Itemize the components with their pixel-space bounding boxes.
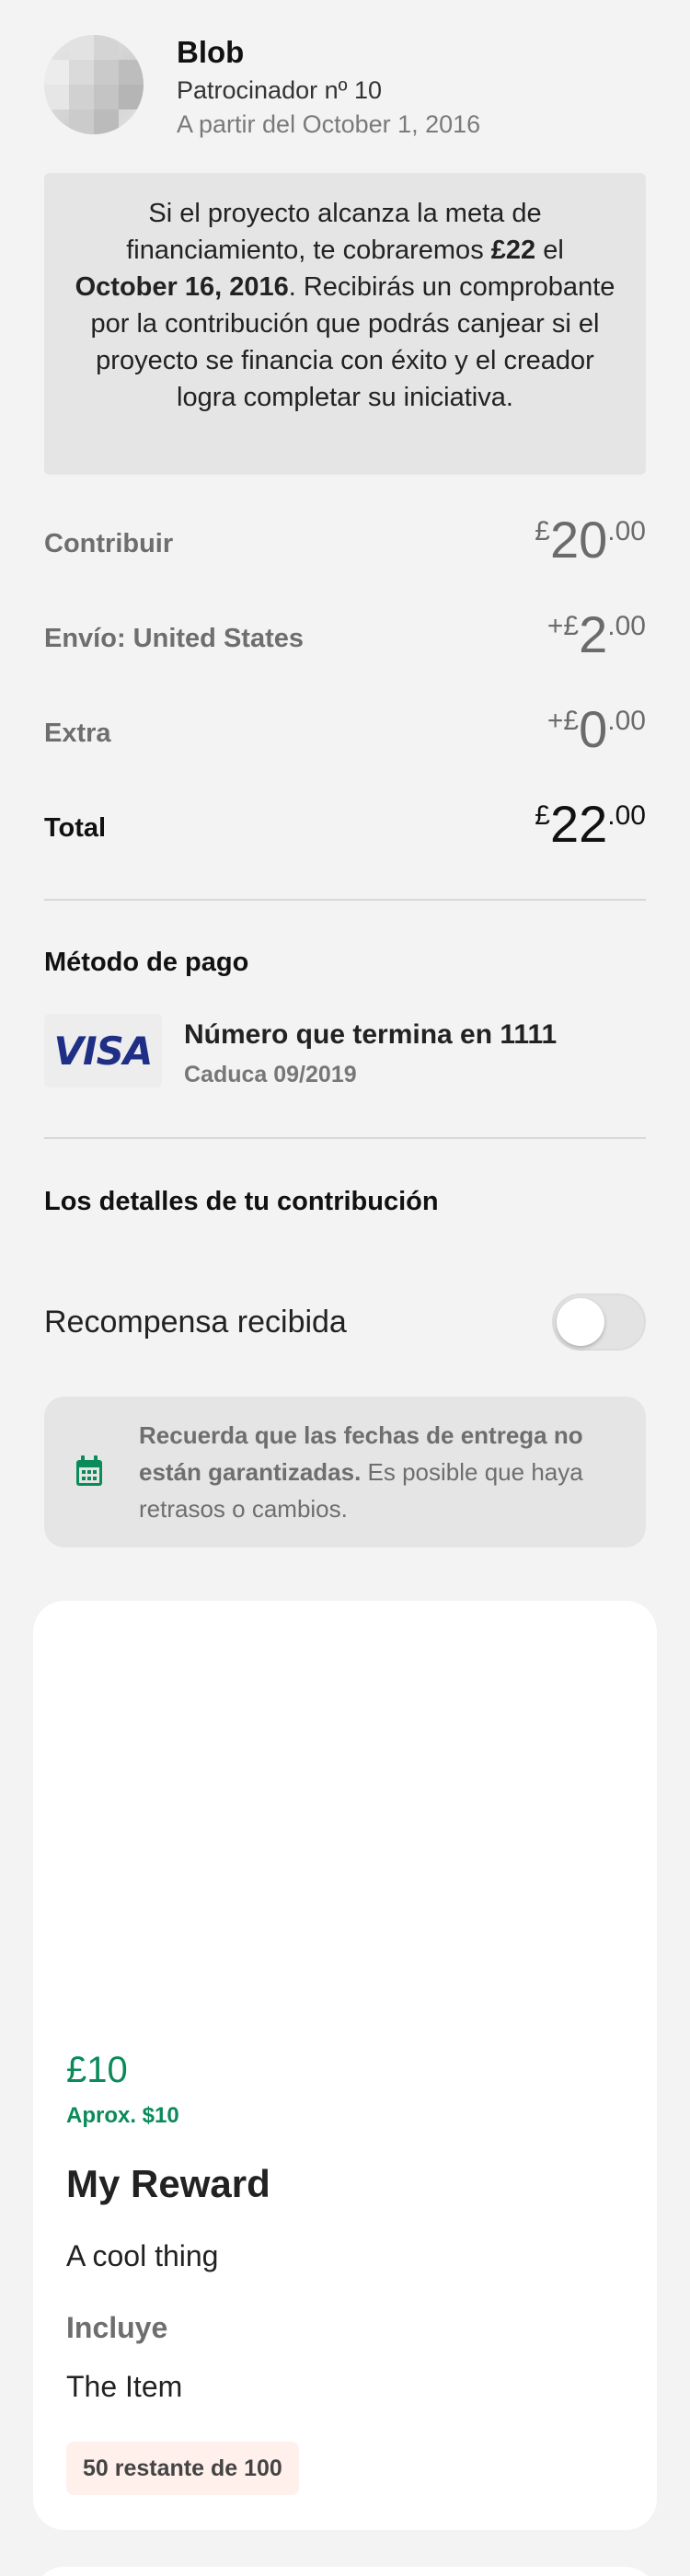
payment-method-title: Método de pago [44,948,249,977]
toggle-knob [557,1298,604,1346]
reward-card: £10 Aprox. $10 My Reward A cool thing In… [33,1601,657,2530]
shipping-label: Envío: United States [44,624,304,653]
extra-label: Extra [44,719,111,748]
pledge-amount: £20.00 [535,511,646,569]
delivery-notice: Recuerda que las fechas de entrega no es… [44,1397,646,1547]
pledge-label: Contribuir [44,529,174,558]
reward-includes-label: Incluye [66,2311,168,2344]
backer-header: Blob Patrocinador nº 10 A partir del Oct… [44,35,646,138]
avatar [44,35,144,134]
backer-number: Patrocinador nº 10 [177,76,383,104]
reward-approx-price: Aprox. $10 [66,2103,179,2128]
reward-received-label: Recompensa recibida [44,1305,347,1340]
backer-since: A partir del October 1, 2016 [177,110,481,138]
notice-date: October 16, 2016 [75,272,289,302]
charge-notice: Si el proyecto alcanza la meta de financ… [44,173,646,475]
next-card [33,2567,657,2576]
visa-icon: VISA [44,1014,162,1087]
backer-name: Blob [177,35,245,69]
extra-row: Extra +£0.00 [44,700,646,765]
divider [44,1137,646,1139]
reward-description: A cool thing [66,2239,219,2272]
notice-text-1: Si el proyecto alcanza la meta de financ… [126,199,542,265]
total-label: Total [44,813,107,843]
divider [44,899,646,901]
total-amount: £22.00 [535,795,646,853]
pledge-details-title: Los detalles de tu contribución [44,1187,439,1216]
reward-price: £10 [66,2050,128,2090]
pledge-row: Contribuir £20.00 [44,511,646,575]
card-number: Número que termina en 1111 [184,1019,558,1050]
card-expiry: Caduca 09/2019 [184,1062,357,1087]
remaining-badge: 50 restante de 100 [66,2442,299,2495]
shipping-amount: +£2.00 [546,605,646,663]
shipping-row: Envío: United States +£2.00 [44,605,646,670]
reward-title: My Reward [66,2162,270,2205]
delivery-notice-text: Recuerda que las fechas de entrega no es… [139,1421,583,1523]
notice-text-2: el [535,236,564,265]
extra-amount: +£0.00 [546,700,646,758]
total-row: Total £22.00 [44,795,646,859]
reward-item: The Item [66,2370,183,2403]
notice-amount: £22 [490,236,536,265]
reward-received-toggle[interactable] [552,1294,646,1351]
calendar-icon [76,1455,102,1486]
pledge-summary-page: Blob Patrocinador nº 10 A partir del Oct… [0,0,690,2576]
